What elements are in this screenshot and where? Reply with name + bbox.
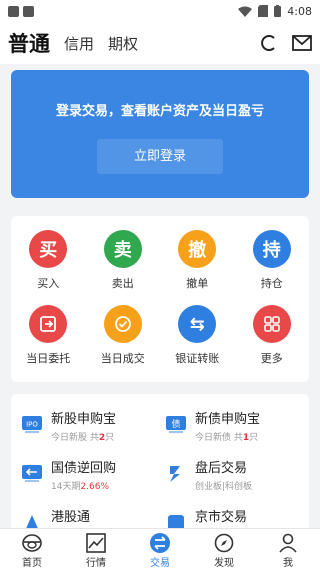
compass-icon <box>214 532 234 554</box>
login-banner: 登录交易，查看账户资产及当日盈亏 立即登录 <box>11 70 309 198</box>
home-icon <box>21 532 43 554</box>
cancel-order-icon: 撤 <box>178 230 217 268</box>
sell-icon: 卖 <box>103 230 142 268</box>
wifi-icon <box>238 6 253 17</box>
person-icon <box>278 532 298 554</box>
service-subtitle: 14天期2.66% <box>51 482 110 492</box>
tab-credit[interactable]: 信用 <box>64 33 94 54</box>
svg-text:债: 债 <box>171 418 180 430</box>
more-grid-icon <box>252 305 291 343</box>
after-hours-icon <box>165 463 187 485</box>
svg-text:IPO: IPO <box>26 421 38 429</box>
today-deals-icon <box>103 305 142 343</box>
bottom-nav-home[interactable]: 首页 <box>0 529 64 572</box>
service-subtitle: 今日新股 共2只 <box>51 433 115 443</box>
bottom-nav-market[interactable]: 行情 <box>64 529 128 572</box>
action-sell[interactable]: 卖 卖出 <box>86 230 161 301</box>
service-title: 国债逆回购 <box>51 461 117 476</box>
action-label: 当日成交 <box>100 352 145 365</box>
positions-icon: 持 <box>252 230 291 268</box>
bottom-nav-label: 我 <box>283 558 293 569</box>
tab-normal[interactable]: 普通 <box>8 28 50 58</box>
service-title: 新债申购宝 <box>195 412 261 427</box>
action-label: 持仓 <box>260 277 283 290</box>
bottom-nav-trade[interactable]: 交易 <box>128 529 192 572</box>
action-positions[interactable]: 持 持仓 <box>235 230 310 301</box>
bottom-nav-label: 首页 <box>22 558 42 569</box>
service-bond[interactable]: 债 新债申购宝 今日新债 共1只 <box>165 408 309 443</box>
services-card: IPO 新股申购宝 今日新股 共2只 债 新债申购宝 今日新债 共1只 国债逆回… <box>11 394 309 534</box>
service-ipo[interactable]: IPO 新股申购宝 今日新股 共2只 <box>21 408 165 443</box>
top-nav: 普通 信用 期权 <box>0 22 320 64</box>
ipo-icon: IPO <box>21 414 43 436</box>
service-subtitle: 创业板|科创板 <box>195 482 253 492</box>
service-title: 京市交易 <box>195 510 248 525</box>
action-label: 银证转账 <box>175 352 220 365</box>
no-sim-icon <box>258 5 269 17</box>
banner-text: 登录交易，查看账户资产及当日盈亏 <box>55 104 264 119</box>
bottom-nav-label: 行情 <box>86 558 106 569</box>
action-today-deals[interactable]: 当日成交 <box>86 305 161 376</box>
notification-icons <box>8 5 34 17</box>
repo-icon <box>21 463 43 485</box>
bottom-nav-me[interactable]: 我 <box>256 529 320 572</box>
battery-icon <box>274 5 282 17</box>
today-orders-icon <box>29 305 68 343</box>
buy-icon: 买 <box>29 230 68 268</box>
service-title: 盘后交易 <box>195 461 248 476</box>
app-notification-icon <box>8 5 19 17</box>
service-title: 港股通 <box>51 510 91 525</box>
action-label: 卖出 <box>111 277 134 290</box>
action-label: 撤单 <box>186 277 209 290</box>
status-icons: 4:08 <box>238 5 312 18</box>
service-repo[interactable]: 国债逆回购 14天期2.66% <box>21 457 165 492</box>
action-label: 更多 <box>260 352 283 365</box>
service-subtitle: 今日新债 共1只 <box>195 433 259 443</box>
chart-icon <box>86 532 106 554</box>
action-label: 当日委托 <box>26 352 71 365</box>
clock: 4:08 <box>287 4 312 18</box>
action-today-orders[interactable]: 当日委托 <box>11 305 86 376</box>
android-notification-icon <box>23 5 34 17</box>
service-title: 新股申购宝 <box>51 412 117 427</box>
trade-icon <box>149 532 171 554</box>
mail-icon[interactable] <box>292 35 312 51</box>
action-more[interactable]: 更多 <box>235 305 310 376</box>
status-bar: 4:08 <box>0 0 320 22</box>
bottom-nav: 首页 行情 交易 发现 我 <box>0 528 320 572</box>
transfer-icon: ⇆ <box>178 305 217 343</box>
login-button[interactable]: 立即登录 <box>97 139 223 174</box>
action-cancel[interactable]: 撤 撤单 <box>160 230 235 301</box>
tab-options[interactable]: 期权 <box>108 33 138 54</box>
bottom-nav-label: 发现 <box>214 558 234 569</box>
service-after-hours[interactable]: 盘后交易 创业板|科创板 <box>165 457 309 492</box>
action-buy[interactable]: 买 买入 <box>11 230 86 301</box>
bottom-nav-discover[interactable]: 发现 <box>192 529 256 572</box>
refresh-icon[interactable] <box>260 34 278 52</box>
action-label: 买入 <box>37 277 60 290</box>
bond-icon: 债 <box>165 414 187 436</box>
bottom-nav-label: 交易 <box>150 558 170 569</box>
trade-actions-card: 买 买入 卖 卖出 撤 撤单 持 持仓 当日委托 当日成交 ⇆ 银证转账 更多 <box>11 216 309 382</box>
action-bank-transfer[interactable]: ⇆ 银证转账 <box>160 305 235 376</box>
